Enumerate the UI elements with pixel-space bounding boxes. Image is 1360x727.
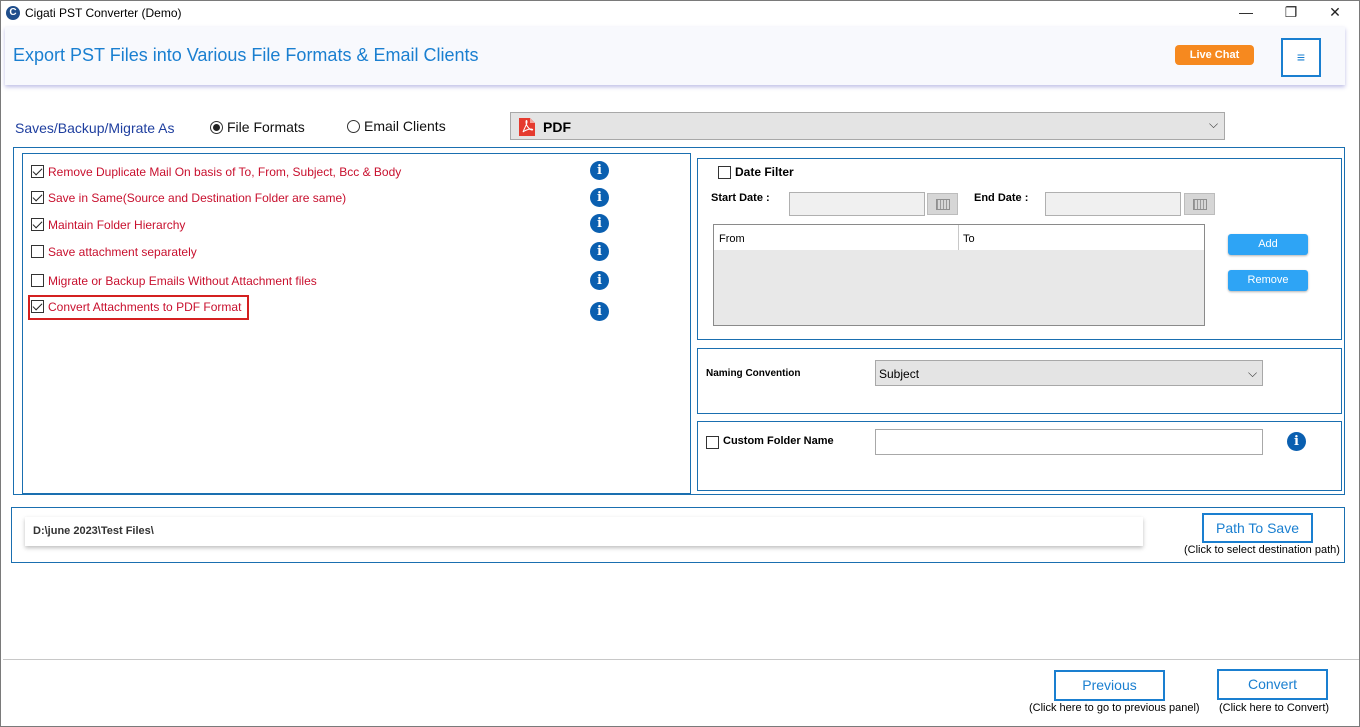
option-checkbox-attachment-separately[interactable] — [31, 245, 44, 258]
close-button[interactable]: ✕ — [1312, 1, 1358, 25]
start-date-label: Start Date : — [711, 192, 770, 204]
window-title: Cigati PST Converter (Demo) — [25, 6, 182, 20]
title-bar: C Cigati PST Converter (Demo) — ❐ ✕ — [1, 1, 1359, 25]
info-icon[interactable]: i — [590, 302, 609, 321]
naming-convention-value: Subject — [879, 367, 920, 381]
date-filter-label[interactable]: Date Filter — [735, 165, 794, 179]
file-formats-radio[interactable] — [210, 121, 223, 134]
grid-header: From To — [714, 225, 1204, 250]
minimize-button[interactable]: — — [1223, 1, 1269, 25]
option-checkbox-without-attachment[interactable] — [31, 274, 44, 287]
grid-column-to: To — [963, 233, 975, 245]
add-button[interactable]: Add — [1228, 234, 1308, 255]
header-bar: Export PST Files into Various File Forma… — [5, 27, 1345, 85]
save-as-label: Saves/Backup/Migrate As — [15, 120, 175, 136]
date-range-grid[interactable]: From To — [713, 224, 1205, 326]
destination-path-field[interactable]: D:\june 2023\Test Files\ — [25, 517, 1143, 546]
date-filter-checkbox[interactable] — [718, 166, 731, 179]
calendar-icon — [1193, 199, 1207, 210]
option-checkbox-save-in-same[interactable] — [31, 191, 44, 204]
option-checkbox-folder-hierarchy[interactable] — [31, 218, 44, 231]
calendar-icon — [936, 199, 950, 210]
info-icon[interactable]: i — [590, 188, 609, 207]
path-to-save-button[interactable]: Path To Save — [1202, 513, 1313, 543]
option-label-save-in-same[interactable]: Save in Same(Source and Destination Fold… — [48, 191, 346, 205]
previous-hint: (Click here to go to previous panel) — [1029, 702, 1200, 714]
chevron-down-icon: ⌵ — [1248, 366, 1258, 380]
custom-folder-checkbox[interactable] — [706, 436, 719, 449]
end-date-label: End Date : — [974, 192, 1029, 204]
info-icon[interactable]: i — [590, 161, 609, 180]
maximize-button[interactable]: ❐ — [1268, 1, 1314, 25]
custom-folder-input[interactable] — [875, 429, 1263, 455]
format-value: PDF — [543, 119, 571, 135]
file-formats-label[interactable]: File Formats — [227, 119, 305, 135]
end-date-calendar-button[interactable] — [1184, 193, 1215, 215]
pdf-file-icon — [519, 118, 535, 136]
info-icon[interactable]: i — [1287, 432, 1306, 451]
email-clients-radio[interactable] — [347, 120, 360, 133]
option-label-attachment-separately[interactable]: Save attachment separately — [48, 245, 197, 259]
hamburger-menu-icon: ≡ — [1296, 49, 1306, 65]
naming-convention-dropdown[interactable]: Subject ⌵ — [875, 360, 1263, 386]
menu-button[interactable]: ≡ — [1281, 38, 1321, 77]
option-checkbox-remove-duplicate[interactable] — [31, 165, 44, 178]
info-icon[interactable]: i — [590, 271, 609, 290]
start-date-input[interactable] — [789, 192, 925, 216]
live-chat-button[interactable]: Live Chat — [1175, 45, 1254, 65]
info-icon[interactable]: i — [590, 242, 609, 261]
end-date-input[interactable] — [1045, 192, 1181, 216]
remove-button[interactable]: Remove — [1228, 270, 1308, 291]
convert-hint: (Click here to Convert) — [1219, 702, 1330, 714]
option-label-without-attachment[interactable]: Migrate or Backup Emails Without Attachm… — [48, 274, 317, 288]
app-logo-icon: C — [6, 6, 20, 20]
footer-divider — [3, 659, 1359, 660]
destination-path-value: D:\june 2023\Test Files\ — [33, 525, 154, 537]
option-label-folder-hierarchy[interactable]: Maintain Folder Hierarchy — [48, 218, 185, 232]
app-window: C Cigati PST Converter (Demo) — ❐ ✕ Expo… — [0, 0, 1360, 727]
option-checkbox-convert-attachments-pdf[interactable] — [31, 300, 44, 313]
previous-button[interactable]: Previous — [1054, 670, 1165, 701]
option-label-convert-attachments-pdf[interactable]: Convert Attachments to PDF Format — [48, 300, 241, 314]
email-clients-label[interactable]: Email Clients — [364, 118, 446, 134]
option-label-remove-duplicate[interactable]: Remove Duplicate Mail On basis of To, Fr… — [48, 165, 401, 179]
info-icon[interactable]: i — [590, 214, 609, 233]
path-to-save-hint: (Click to select destination path) — [1184, 544, 1340, 556]
format-dropdown[interactable]: PDF ⌵ — [510, 112, 1225, 140]
grid-column-divider — [958, 225, 959, 250]
grid-column-from: From — [719, 233, 745, 245]
page-title: Export PST Files into Various File Forma… — [13, 45, 479, 65]
start-date-calendar-button[interactable] — [927, 193, 958, 215]
naming-convention-label: Naming Convention — [706, 368, 801, 379]
custom-folder-label[interactable]: Custom Folder Name — [723, 435, 834, 447]
convert-button[interactable]: Convert — [1217, 669, 1328, 700]
chevron-down-icon: ⌵ — [1209, 117, 1219, 131]
